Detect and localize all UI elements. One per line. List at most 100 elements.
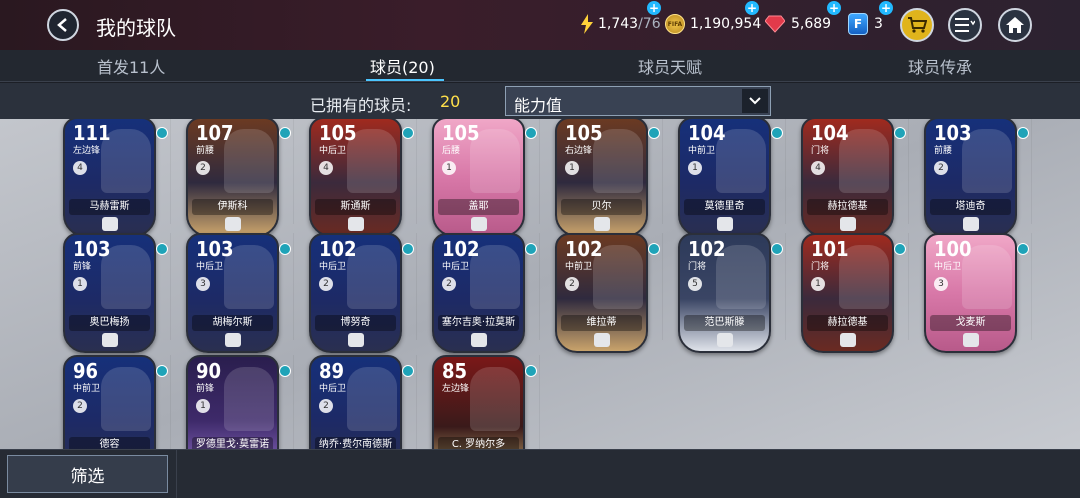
player-position: 左边锋 [73,146,101,156]
shirt-icon [402,243,414,255]
player-name: 赫拉德基 [807,315,888,331]
add-gems-button[interactable]: + [827,1,841,15]
player-card-cell: 103 前腰 2 塔迪奇 [909,119,1032,237]
player-card[interactable]: 103 中后卫 3 胡梅尔斯 [186,233,279,353]
add-fifa-points-button[interactable]: + [879,1,893,15]
tab-player-legacy[interactable]: 球员传承 [908,54,972,78]
player-position: 门将 [688,262,707,272]
player-card-cell: 102 中后卫 2 博努奇 [294,233,417,353]
player-level-badge: 4 [73,161,87,175]
lightning-icon [581,14,593,34]
player-card[interactable]: 111 左边锋 4 马赫雷斯 [63,119,156,237]
player-position: 右边锋 [565,146,593,156]
player-card[interactable]: 100 中后卫 3 戈麦斯 [924,233,1017,353]
home-button[interactable] [998,8,1032,42]
player-name: 斯通斯 [315,199,396,215]
sort-dropdown[interactable]: 能力值 [505,86,771,116]
player-card[interactable]: 102 中前卫 2 维拉蒂 [555,233,648,353]
player-position: 门将 [811,146,830,156]
fifa-points-icon: F [848,13,868,35]
tab-players[interactable]: 球员(20) [370,54,435,78]
shirt-icon [156,243,168,255]
player-card[interactable]: 104 中前卫 1 莫德里奇 [678,119,771,237]
player-name: 塞尔吉奥·拉莫斯 [438,315,519,331]
player-card[interactable]: 102 门将 5 范巴斯滕 [678,233,771,353]
chevron-left-icon [57,18,67,32]
player-card-cell: 89 中后卫 2 纳乔·费尔南德斯 [294,355,417,449]
player-name: 维拉蒂 [561,315,642,331]
player-level-badge: 1 [688,161,702,175]
active-tab-indicator [366,79,444,81]
player-name: 奥巴梅扬 [69,315,150,331]
player-name: 戈麦斯 [930,315,1011,331]
player-card[interactable]: 104 门将 4 赫拉德基 [801,119,894,237]
player-card[interactable]: 105 中后卫 4 斯通斯 [309,119,402,237]
shirt-icon [279,365,291,377]
filter-row: 已拥有的球员: 20 能力值 [0,83,1080,119]
player-card-cell: 101 门将 1 赫拉德基 [786,233,909,353]
team-crest-icon [962,333,979,347]
coins-display[interactable]: FIFA 1,190,954 + [665,1,761,35]
player-position: 中前卫 [688,146,716,156]
chevron-down-icon[interactable] [742,89,768,113]
shirt-icon [279,127,291,139]
player-position: 左边锋 [442,384,470,394]
cart-icon [908,17,927,33]
bottom-bar: 筛选 [0,449,1080,498]
player-position: 前腰 [196,146,215,156]
player-portrait [101,367,151,431]
player-name: 马赫雷斯 [69,199,150,215]
shirt-icon [525,365,537,377]
player-card-cell: 104 中前卫 1 莫德里奇 [663,119,786,237]
player-card-cell: 90 前锋 1 罗德里戈·莫雷诺 [171,355,294,449]
add-coins-button[interactable]: + [745,1,759,15]
home-icon [1006,17,1024,33]
player-rating: 103 [196,237,234,261]
player-rating: 89 [319,359,345,383]
player-position: 中后卫 [319,384,347,394]
store-button[interactable] [900,8,934,42]
shirt-icon [648,127,660,139]
player-level-badge: 5 [688,277,702,291]
team-crest-icon [839,217,856,231]
player-level-badge: 1 [442,161,456,175]
shirt-icon [1017,127,1029,139]
player-card[interactable]: 89 中后卫 2 纳乔·费尔南德斯 [309,355,402,449]
menu-button[interactable] [948,8,982,42]
team-crest-icon [224,333,241,347]
player-card[interactable]: 96 中前卫 2 德容 [63,355,156,449]
player-level-badge: 2 [319,277,333,291]
tab-starting-eleven[interactable]: 首发11人 [97,54,165,78]
player-card[interactable]: 103 前腰 2 塔迪奇 [924,119,1017,237]
player-rating: 103 [73,237,111,261]
shirt-icon [525,243,537,255]
player-card[interactable]: 102 中后卫 2 塞尔吉奥·拉莫斯 [432,233,525,353]
owned-players-count: 20 [440,92,461,111]
player-position: 前锋 [73,262,92,272]
tab-player-talents[interactable]: 球员天赋 [638,54,702,78]
player-card[interactable]: 102 中后卫 2 博努奇 [309,233,402,353]
gems-display[interactable]: 5,689 + [765,1,841,35]
player-card[interactable]: 101 门将 1 赫拉德基 [801,233,894,353]
player-card-cell: 102 中前卫 2 维拉蒂 [540,233,663,353]
player-card-cell: 102 中后卫 2 塞尔吉奥·拉莫斯 [417,233,540,353]
shirt-icon [894,243,906,255]
player-card[interactable]: 105 后腰 1 盖耶 [432,119,525,237]
player-card-cell: 103 前锋 1 奥巴梅扬 [48,233,171,353]
fifa-points-display[interactable]: F 3 + [848,1,893,35]
player-card[interactable]: 103 前锋 1 奥巴梅扬 [63,233,156,353]
tab-bar: 首发11人 球员(20) 球员天赋 球员传承 [0,50,1080,82]
player-card[interactable]: 85 左边锋 C. 罗纳尔多 [432,355,525,449]
back-button[interactable] [47,9,79,41]
player-card[interactable]: 107 前腰 2 伊斯科 [186,119,279,237]
player-rating: 102 [565,237,603,261]
team-crest-icon [593,333,610,347]
add-energy-button[interactable]: + [647,1,661,15]
shirt-icon [525,127,537,139]
player-card[interactable]: 90 前锋 1 罗德里戈·莫雷诺 [186,355,279,449]
energy-display[interactable]: 1,743 /76 + [580,1,661,35]
player-level-badge: 2 [442,277,456,291]
player-card[interactable]: 105 右边锋 1 贝尔 [555,119,648,237]
player-rating: 85 [442,359,468,383]
filter-button[interactable]: 筛选 [7,455,168,493]
